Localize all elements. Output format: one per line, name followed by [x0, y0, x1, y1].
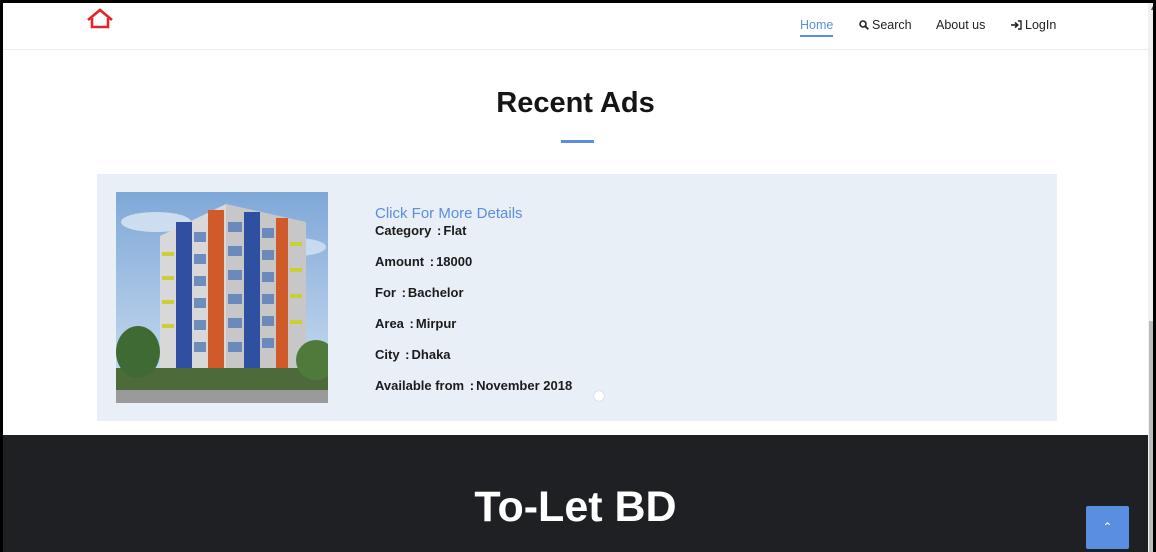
ad-card: Click For More Details Category : Flat Am…: [97, 174, 1057, 421]
more-details-link[interactable]: Click For More Details: [375, 205, 572, 222]
ad-field-area: Area : Mirpur: [375, 316, 457, 331]
ad-field-amount: Amount :18000: [375, 254, 473, 269]
vertical-scrollbar[interactable]: ▲: [1148, 3, 1153, 552]
sign-in-icon: [1011, 20, 1022, 30]
house-logo-icon[interactable]: [85, 7, 115, 31]
scroll-to-top-button[interactable]: ⌃: [1086, 506, 1129, 549]
mouse-cursor: [594, 391, 604, 401]
nav-login-label: LogIn: [1025, 18, 1057, 32]
nav-about-link[interactable]: About us: [936, 18, 985, 32]
nav-search-label: Search: [872, 18, 912, 32]
search-icon: [859, 20, 869, 30]
browser-viewport: Home Search About us LogIn Recent Ads Cl…: [3, 3, 1153, 552]
heading-underline: [561, 140, 594, 143]
nav-home-link[interactable]: Home: [800, 18, 834, 37]
ad-details: Click For More Details Category : Flat Am…: [375, 205, 572, 409]
navbar: Home Search About us LogIn: [3, 3, 1148, 50]
scrollbar-thumb[interactable]: [1149, 321, 1153, 552]
ad-field-city: City : Dhaka: [375, 347, 451, 362]
apartment-building-photo[interactable]: [116, 192, 328, 403]
ad-field-category: Category : Flat: [375, 223, 467, 238]
footer: To-Let BD: [3, 435, 1148, 552]
chevron-up-icon: ⌃: [1102, 520, 1113, 534]
scroll-up-arrow-icon[interactable]: ▲: [1149, 4, 1153, 14]
section-heading: Recent Ads: [496, 87, 655, 119]
footer-title: To-Let BD: [474, 483, 677, 531]
ad-field-for: For : Bachelor: [375, 285, 464, 300]
ad-field-available-from: Available from : November 2018: [375, 378, 573, 393]
nav-search-link[interactable]: Search: [859, 18, 912, 32]
nav-login-link[interactable]: LogIn: [1011, 18, 1056, 32]
